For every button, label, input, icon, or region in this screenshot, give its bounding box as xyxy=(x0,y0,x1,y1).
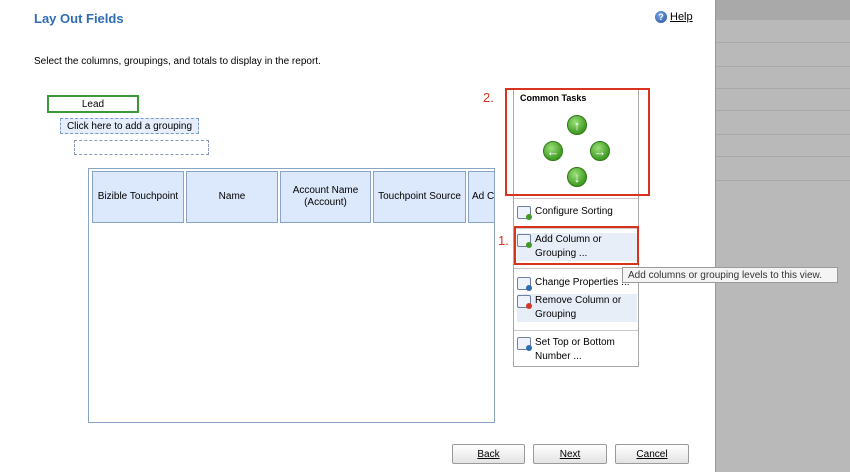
help-link[interactable]: ? Help xyxy=(655,11,693,23)
remove-column-icon xyxy=(517,295,532,309)
lead-report-type[interactable]: Lead xyxy=(47,95,139,113)
column-header[interactable]: Bizible Touchpoint xyxy=(92,171,184,223)
report-layout-area[interactable]: Bizible Touchpoint Name Account Name (Ac… xyxy=(88,168,495,423)
dialog-title: Lay Out Fields xyxy=(34,11,124,26)
step-1-label: 1. xyxy=(498,233,509,248)
set-top-bottom-task[interactable]: Set Top or Bottom Number ... xyxy=(517,336,637,364)
add-column-tooltip: Add columns or grouping levels to this v… xyxy=(622,267,838,283)
highlight-add-column xyxy=(514,226,639,265)
lay-out-fields-dialog: Lay Out Fields ? Help Select the columns… xyxy=(0,0,716,472)
change-properties-task[interactable]: Change Properties ... xyxy=(517,276,637,291)
configure-sorting-task[interactable]: Configure Sorting xyxy=(517,205,637,220)
remove-column-task[interactable]: Remove Column or Grouping xyxy=(517,294,637,322)
cancel-button[interactable]: Cancel xyxy=(615,444,689,464)
sort-icon xyxy=(517,206,532,220)
properties-icon xyxy=(517,277,532,291)
task-label: Set Top or Bottom Number ... xyxy=(535,337,615,362)
task-label: Configure Sorting xyxy=(535,206,613,217)
highlight-common-tasks xyxy=(505,88,650,196)
back-label: Back xyxy=(477,448,500,460)
column-header[interactable]: Ad Ca xyxy=(468,171,494,223)
column-header[interactable]: Touchpoint Source xyxy=(373,171,466,223)
step-2-label: 2. xyxy=(483,90,494,105)
help-icon: ? xyxy=(655,11,667,23)
top-bottom-icon xyxy=(517,337,532,351)
cancel-label: Cancel xyxy=(636,448,668,460)
back-button[interactable]: Back xyxy=(452,444,525,464)
column-header[interactable]: Name xyxy=(186,171,278,223)
background-window xyxy=(716,0,850,472)
task-label: Remove Column or Grouping xyxy=(535,295,622,320)
add-grouping-prompt[interactable]: Click here to add a grouping xyxy=(60,118,199,134)
next-label: Next xyxy=(559,448,581,460)
task-label: Change Properties ... xyxy=(535,277,630,288)
column-header[interactable]: Account Name (Account) xyxy=(280,171,371,223)
grouping-placeholder[interactable] xyxy=(74,140,209,155)
help-label: Help xyxy=(670,11,693,23)
instruction-text: Select the columns, groupings, and total… xyxy=(34,56,321,67)
next-button[interactable]: Next xyxy=(533,444,607,464)
